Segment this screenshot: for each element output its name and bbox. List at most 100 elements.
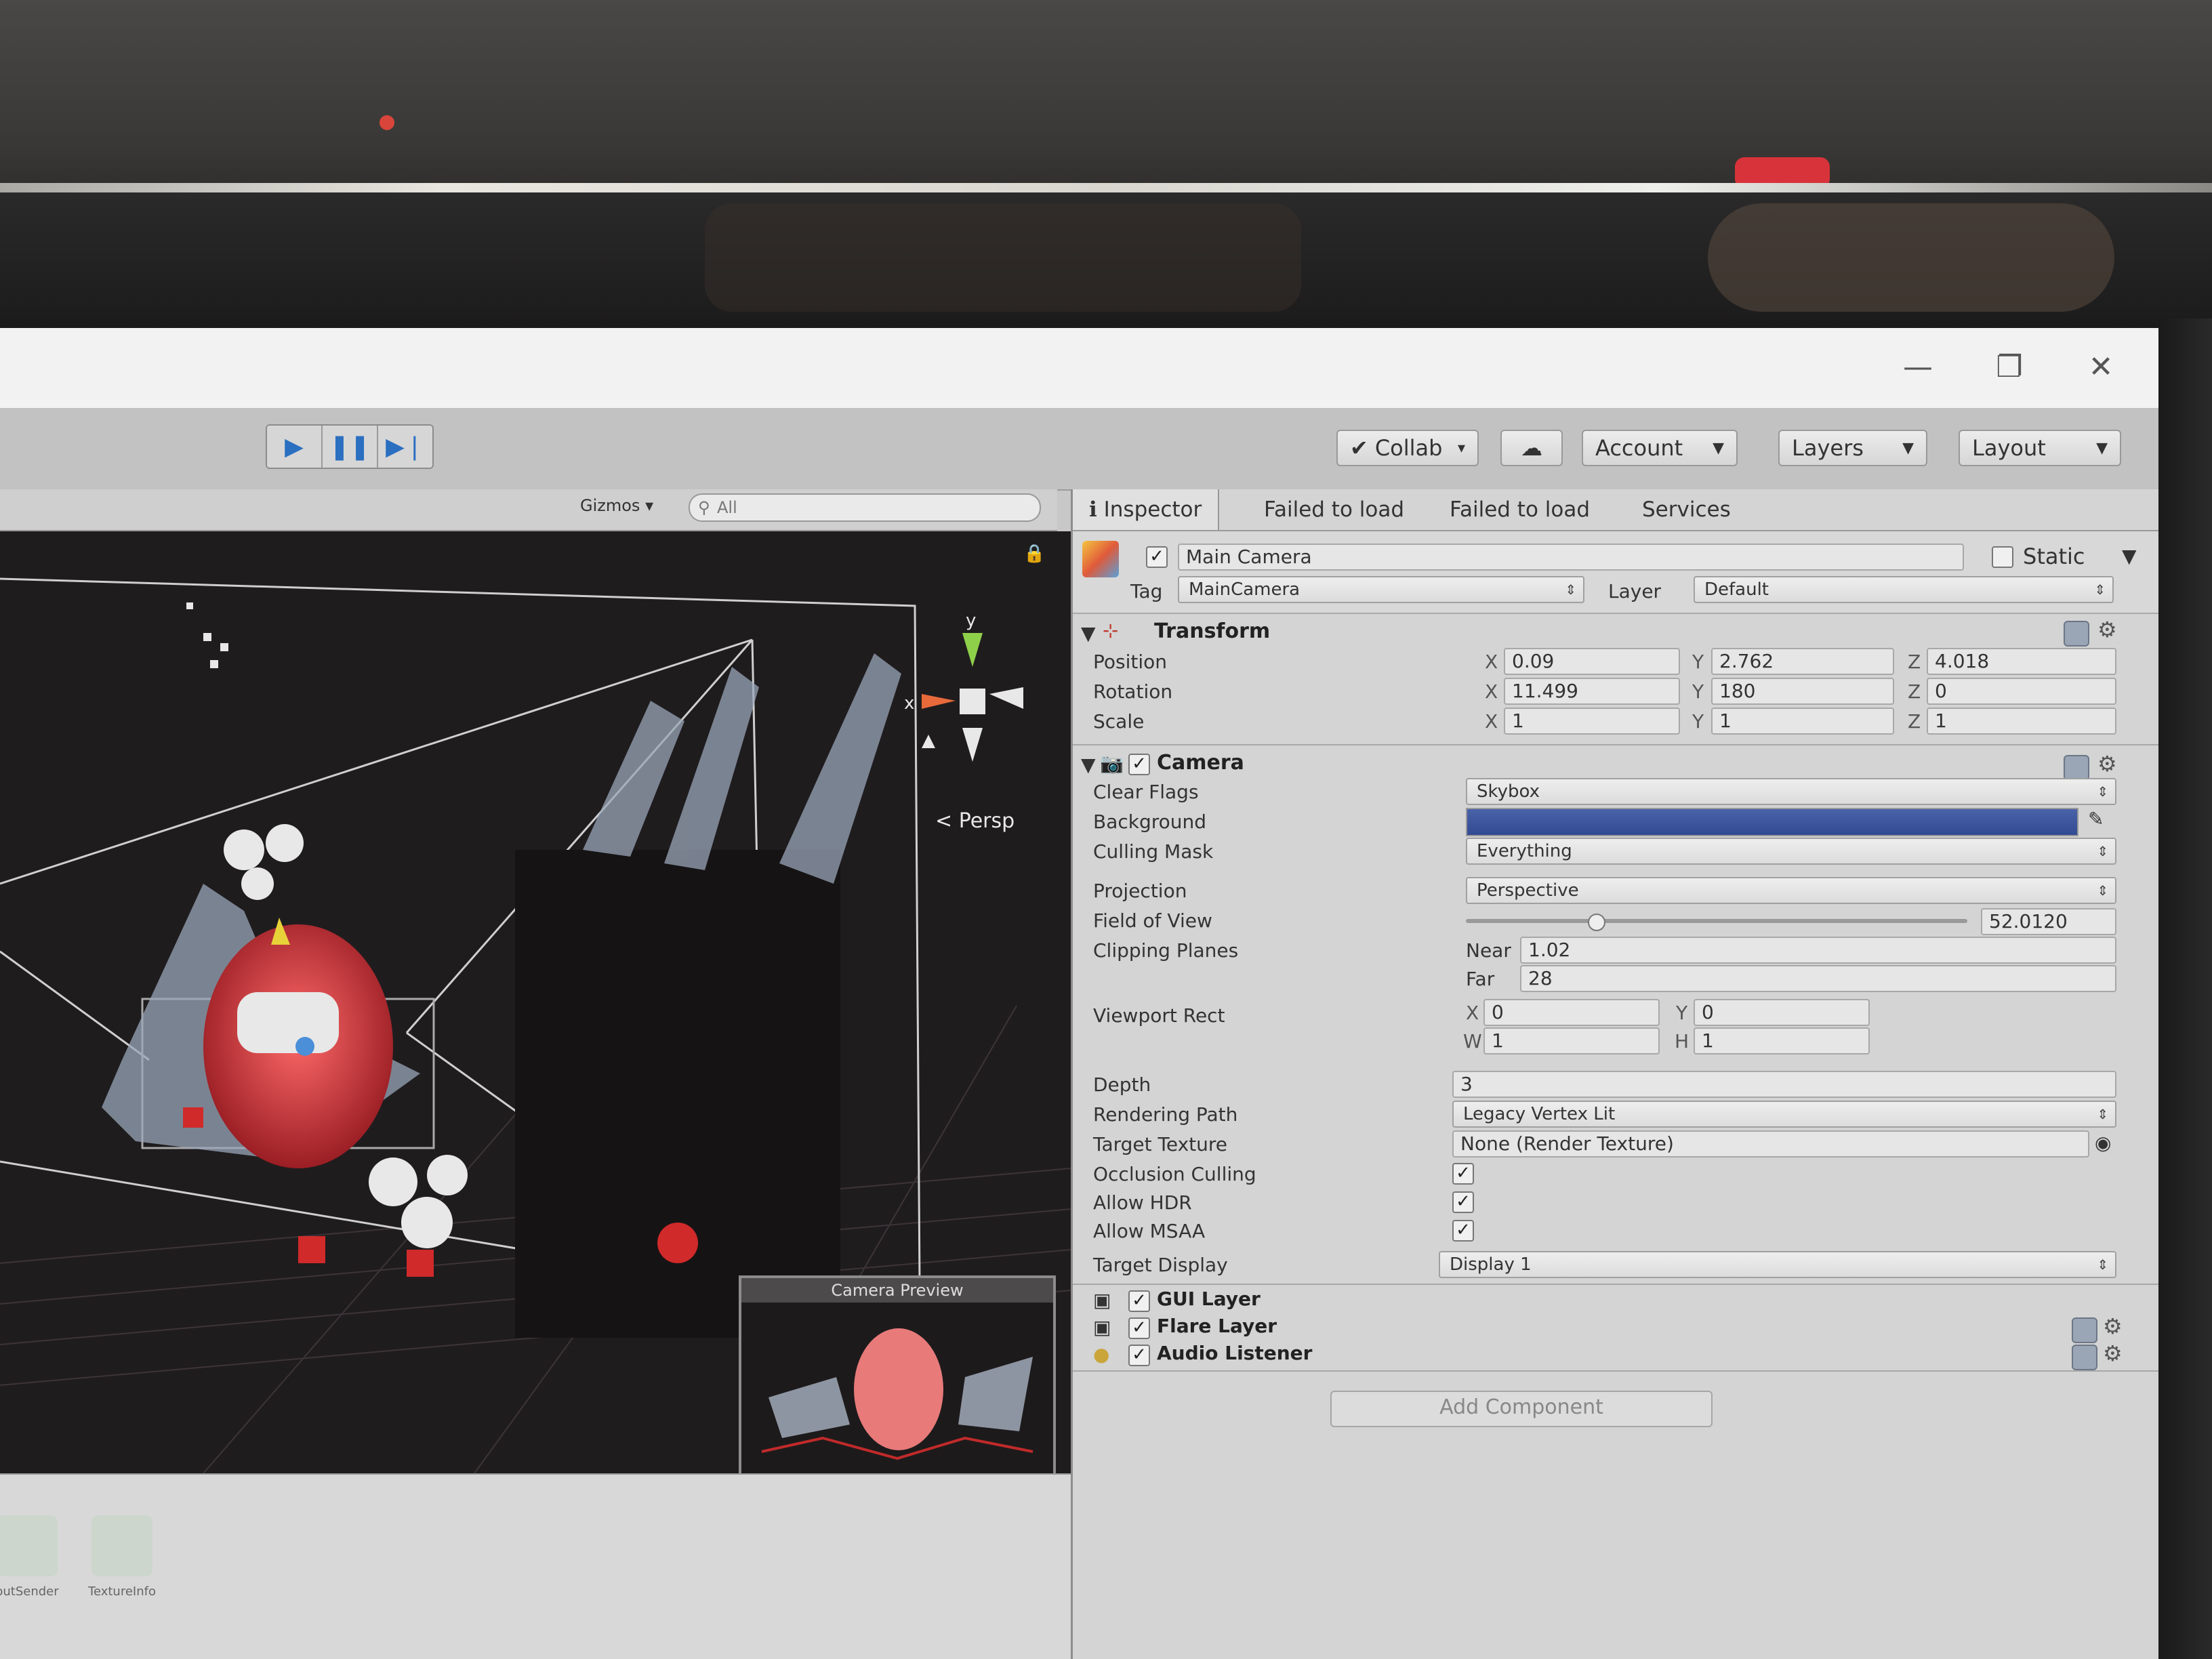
target-texture-field[interactable]: None (Render Texture) (1452, 1130, 2089, 1158)
scale-label: Scale (1093, 710, 1145, 733)
scene-view[interactable]: y x < Persp 🔒 Camera Preview (0, 531, 1071, 1473)
fov-slider-handle[interactable] (1588, 914, 1605, 931)
near-field[interactable]: 1.02 (1520, 937, 2116, 964)
monitor-screen: — ❐ ✕ ▶ ❚❚ ▶❘ ✔ Collab ▾ ☁ Account ▼ Lay… (0, 328, 2158, 1659)
rotation-y-field[interactable]: 180 (1711, 678, 1894, 705)
lock-icon[interactable]: 🔒 (1023, 544, 1045, 564)
audio-listener-title: Audio Listener (1157, 1342, 1313, 1364)
divider (1073, 1370, 2158, 1372)
flare-layer-checkbox[interactable]: ✓ (1128, 1317, 1150, 1339)
layer-dropdown[interactable]: Default ⇕ (1694, 576, 2114, 603)
layout-dropdown[interactable]: Layout ▼ (1959, 430, 2121, 466)
occlusion-culling-label: Occlusion Culling (1093, 1163, 1256, 1185)
tag-dropdown[interactable]: MainCamera ⇕ (1178, 576, 1584, 603)
persp-label[interactable]: < Persp (935, 809, 1015, 833)
gear-icon[interactable]: ⚙ (2097, 751, 2117, 777)
scale-x-field[interactable]: 1 (1504, 708, 1680, 735)
chevron-down-icon: ▼ (1713, 439, 1724, 457)
search-icon: ⚲ (698, 498, 710, 517)
viewport-w-field[interactable]: 1 (1483, 1027, 1660, 1054)
help-icon[interactable] (2064, 755, 2089, 781)
help-icon[interactable] (2072, 1345, 2097, 1370)
help-icon[interactable] (2064, 621, 2089, 647)
position-x-field[interactable]: 0.09 (1504, 648, 1680, 675)
static-checkbox[interactable] (1992, 546, 2013, 568)
tab-inspector[interactable]: ℹ Inspector (1073, 489, 1220, 530)
minimize-icon[interactable]: — (1891, 340, 1945, 394)
cloud-button[interactable]: ☁ (1500, 430, 1563, 466)
object-name-field[interactable]: Main Camera (1178, 544, 1964, 571)
static-label: Static (2023, 544, 2085, 569)
chevron-updown-icon: ⇕ (1565, 581, 1576, 598)
clear-flags-dropdown[interactable]: Skybox ⇕ (1466, 778, 2116, 805)
gui-layer-checkbox[interactable]: ✓ (1128, 1290, 1150, 1312)
allow-hdr-checkbox[interactable]: ✓ (1452, 1191, 1474, 1213)
viewport-x-field[interactable]: 0 (1483, 999, 1660, 1026)
add-component-button[interactable]: Add Component (1330, 1391, 1713, 1427)
asset-item[interactable]: TextureInfo (68, 1515, 176, 1599)
foldout-arrow-icon[interactable]: ▼ (1081, 622, 1096, 644)
pause-icon[interactable]: ❚❚ (323, 426, 378, 468)
near-label: Near (1466, 939, 1511, 962)
restore-icon[interactable]: ❐ (1982, 340, 2036, 394)
collab-button[interactable]: ✔ Collab ▾ (1336, 430, 1479, 466)
active-checkbox[interactable]: ✓ (1146, 546, 1168, 568)
culling-mask-label: Culling Mask (1093, 840, 1214, 863)
step-icon[interactable]: ▶❘ (378, 426, 432, 468)
play-icon[interactable]: ▶ (267, 426, 323, 468)
fov-slider-track[interactable] (1466, 919, 1967, 923)
occlusion-culling-checkbox[interactable]: ✓ (1452, 1163, 1474, 1185)
orientation-gizmo[interactable]: y x (904, 611, 1023, 762)
rendering-path-dropdown[interactable]: Legacy Vertex Lit ⇕ (1452, 1101, 2116, 1128)
gameobject-icon (1082, 541, 1119, 577)
chevron-updown-icon: ⇕ (2094, 581, 2106, 598)
viewport-y-field[interactable]: 0 (1694, 999, 1870, 1026)
help-icon[interactable] (2072, 1317, 2097, 1343)
monitor-top-glare (0, 183, 2212, 192)
fov-field[interactable]: 52.0120 (1981, 908, 2116, 935)
depth-field[interactable]: 3 (1452, 1071, 2116, 1098)
playback-controls: ▶ ❚❚ ▶❘ (266, 424, 434, 469)
far-field[interactable]: 28 (1520, 965, 2116, 992)
culling-mask-dropdown[interactable]: Everything ⇕ (1466, 838, 2116, 865)
tab-services[interactable]: Services (1642, 497, 1731, 522)
allow-msaa-checkbox[interactable]: ✓ (1452, 1220, 1474, 1242)
chevron-down-icon[interactable]: ▼ (2122, 545, 2137, 567)
viewport-h-field[interactable]: 1 (1694, 1027, 1870, 1054)
gear-icon[interactable]: ⚙ (2103, 1340, 2123, 1366)
axis-z-label: Z (1908, 651, 1921, 673)
scale-y-field[interactable]: 1 (1711, 708, 1894, 735)
gizmos-dropdown[interactable]: Gizmos ▾ (580, 496, 653, 515)
close-icon[interactable]: ✕ (2074, 340, 2128, 394)
tab-failed-to-load-1[interactable]: Failed to load (1264, 497, 1404, 522)
tab-failed-to-load-2[interactable]: Failed to load (1450, 497, 1590, 522)
flare-layer-icon: ▣ (1093, 1316, 1111, 1338)
gear-icon[interactable]: ⚙ (2097, 617, 2117, 642)
eyedropper-icon[interactable]: ✎ (2088, 808, 2104, 830)
camera-enabled-checkbox[interactable]: ✓ (1128, 754, 1150, 775)
reflection-light (380, 115, 394, 130)
position-y-field[interactable]: 2.762 (1711, 648, 1894, 675)
position-z-field[interactable]: 4.018 (1927, 648, 2116, 675)
cloud-icon: ☁ (1521, 435, 1542, 461)
divider (1073, 1284, 2158, 1285)
chevron-updown-icon: ⇕ (2097, 783, 2108, 800)
rotation-z-field[interactable]: 0 (1927, 678, 2116, 705)
account-button[interactable]: Account ▼ (1582, 430, 1738, 466)
rotation-x-field[interactable]: 11.499 (1504, 678, 1680, 705)
scene-search-input[interactable]: ⚲ All (689, 493, 1041, 522)
object-picker-icon[interactable]: ◉ (2095, 1132, 2111, 1154)
projection-dropdown[interactable]: Perspective ⇕ (1466, 877, 2116, 904)
target-display-dropdown[interactable]: Display 1 ⇕ (1439, 1251, 2116, 1278)
scale-z-field[interactable]: 1 (1927, 708, 2116, 735)
foldout-arrow-icon[interactable]: ▼ (1081, 754, 1096, 776)
axis-z-label: Z (1908, 680, 1921, 703)
camera-preview: Camera Preview (739, 1275, 1056, 1473)
layers-dropdown[interactable]: Layers ▼ (1778, 430, 1927, 466)
chevron-down-icon: ▾ (1457, 439, 1465, 457)
background-color-swatch[interactable] (1466, 808, 2078, 836)
gear-icon[interactable]: ⚙ (2103, 1313, 2123, 1339)
info-icon: ℹ (1089, 497, 1097, 522)
bezel-reflection (705, 203, 1301, 312)
audio-listener-checkbox[interactable]: ✓ (1128, 1345, 1150, 1366)
